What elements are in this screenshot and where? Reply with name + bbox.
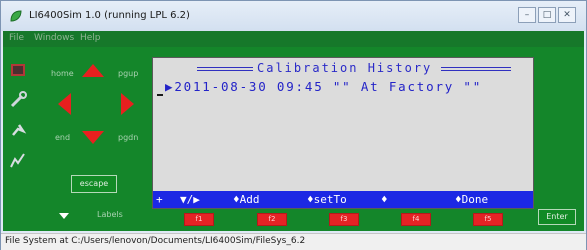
title-bar: LI6400Sim 1.0 (running LPL 6.2) – □ ✕ xyxy=(1,1,586,31)
screen-title-row: Calibration History xyxy=(191,61,511,75)
maximize-button[interactable]: □ xyxy=(538,7,556,23)
softkey-plus[interactable]: + xyxy=(156,193,163,206)
menu-file[interactable]: File xyxy=(9,33,24,43)
f4-button[interactable]: f4 xyxy=(401,213,431,226)
f2-button[interactable]: f2 xyxy=(257,213,287,226)
text-cursor xyxy=(157,94,163,96)
film-icon[interactable] xyxy=(7,59,29,81)
labels-label[interactable]: Labels xyxy=(97,210,123,219)
title-rule-right xyxy=(441,67,511,71)
app-window: LI6400Sim 1.0 (running LPL 6.2) – □ ✕ Fi… xyxy=(0,0,587,250)
chart-icon[interactable] xyxy=(7,149,29,171)
tools-icon[interactable] xyxy=(7,89,29,111)
enter-button[interactable]: Enter xyxy=(538,209,576,225)
app-leaf-icon xyxy=(10,10,22,22)
close-button[interactable]: ✕ xyxy=(558,7,576,23)
down-arrow-button[interactable] xyxy=(82,131,104,144)
home-label[interactable]: home xyxy=(51,69,74,78)
pgdn-label[interactable]: pgdn xyxy=(118,133,138,142)
minimize-button[interactable]: – xyxy=(518,7,536,23)
title-rule-left xyxy=(197,67,253,71)
tool-icons xyxy=(7,59,31,179)
calibration-entry[interactable]: ▶2011-08-30 09:45 "" At Factory "" xyxy=(165,79,482,94)
f1-button[interactable]: f1 xyxy=(184,213,214,226)
status-bar: File System at C:/Users/lenovon/Document… xyxy=(1,233,586,250)
left-arrow-button[interactable] xyxy=(58,93,71,115)
labels-triangle-icon[interactable] xyxy=(59,213,69,219)
escape-button[interactable]: escape xyxy=(71,175,117,193)
f3-button[interactable]: f3 xyxy=(329,213,359,226)
status-text: File System at C:/Users/lenovon/Document… xyxy=(5,236,306,246)
window-title: LI6400Sim 1.0 (running LPL 6.2) xyxy=(29,10,190,21)
up-arrow-button[interactable] xyxy=(82,64,104,77)
softkey-add[interactable]: ♦Add xyxy=(233,193,260,206)
softkey-nav[interactable]: ▼/▶ xyxy=(180,193,200,206)
softkey-setto[interactable]: ♦setTo xyxy=(307,193,347,206)
device-panel: home pgup end pgdn escape Labels Calibra… xyxy=(3,47,584,231)
pgup-label[interactable]: pgup xyxy=(118,69,138,78)
probe-icon[interactable] xyxy=(7,119,29,141)
end-label[interactable]: end xyxy=(55,133,70,142)
window-controls: – □ ✕ xyxy=(516,7,576,23)
f5-button[interactable]: f5 xyxy=(473,213,503,226)
menu-bar: File Windows Help xyxy=(3,31,584,47)
softkey-bar: + ▼/▶ ♦Add ♦setTo ♦ ♦Done xyxy=(153,191,533,208)
lcd-screen: Calibration History ▶2011-08-30 09:45 ""… xyxy=(152,57,534,209)
softkey-blank[interactable]: ♦ xyxy=(381,193,388,206)
screen-title: Calibration History xyxy=(257,61,433,75)
softkey-done[interactable]: ♦Done xyxy=(455,193,488,206)
menu-windows[interactable]: Windows xyxy=(34,33,74,43)
right-arrow-button[interactable] xyxy=(121,93,134,115)
menu-help[interactable]: Help xyxy=(80,33,101,43)
